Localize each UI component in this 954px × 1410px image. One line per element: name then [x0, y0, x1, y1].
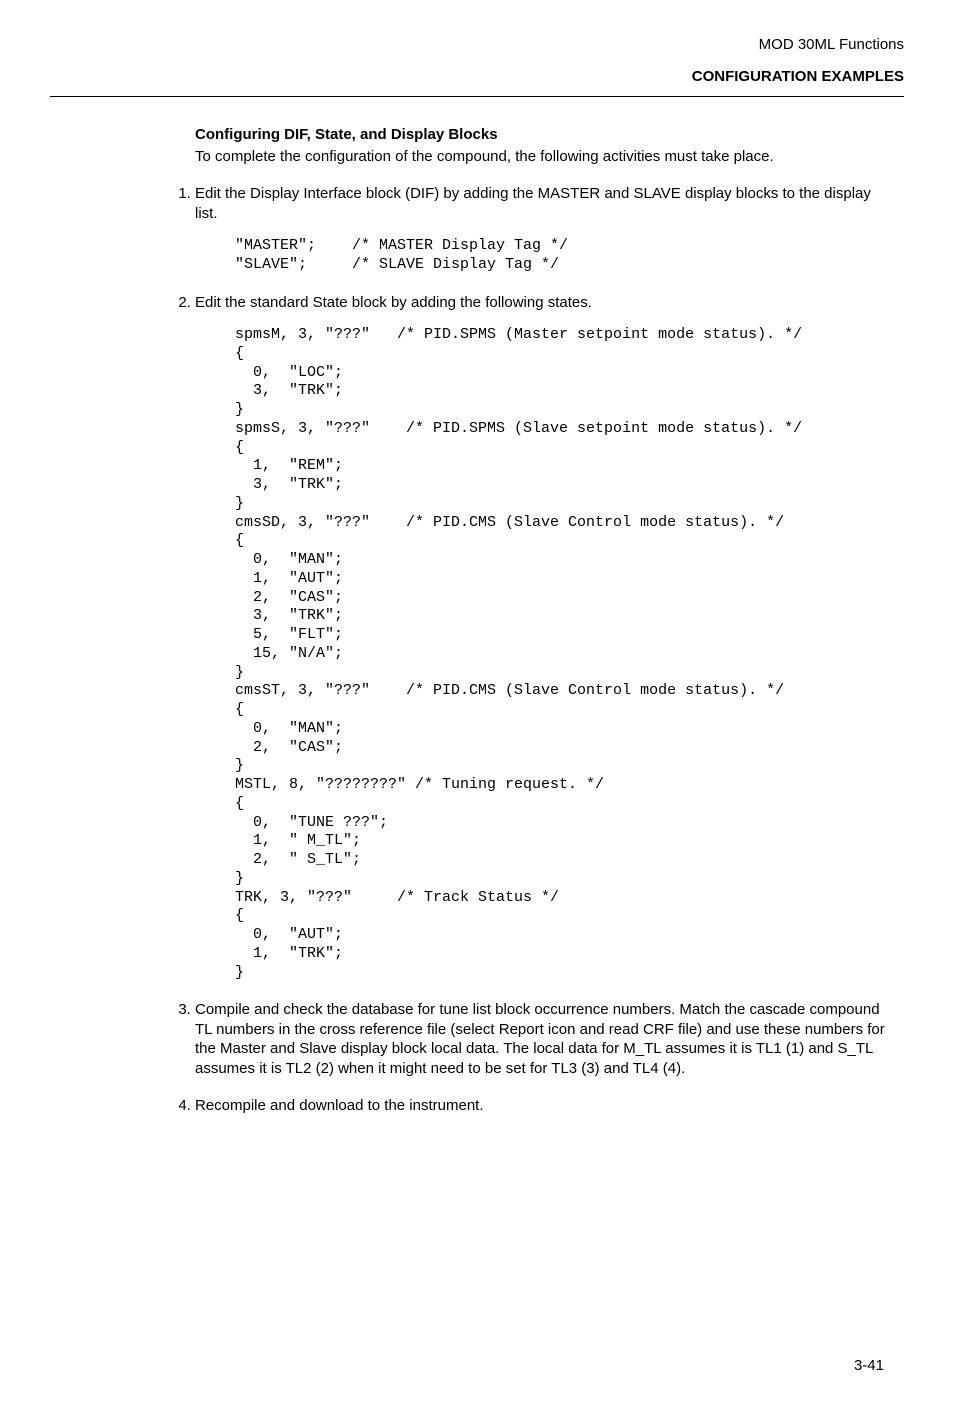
header-rule: [50, 96, 904, 97]
subsection-heading: Configuring DIF, State, and Display Bloc…: [195, 125, 892, 145]
step-4: Recompile and download to the instrument…: [195, 1096, 892, 1116]
step-3: Compile and check the database for tune …: [195, 1000, 892, 1078]
header-product: MOD 30ML Functions: [50, 35, 904, 55]
step-1: Edit the Display Interface block (DIF) b…: [195, 184, 892, 275]
step-2-code: spmsM, 3, "???" /* PID.SPMS (Master setp…: [235, 326, 892, 982]
intro-paragraph: To complete the configuration of the com…: [195, 147, 892, 167]
page-number: 3-41: [50, 1356, 904, 1376]
step-2-text: Edit the standard State block by adding …: [195, 294, 592, 311]
header-section: CONFIGURATION EXAMPLES: [50, 67, 904, 87]
steps-list: Edit the Display Interface block (DIF) b…: [50, 184, 892, 1116]
step-3-text: Compile and check the database for tune …: [195, 1001, 885, 1077]
step-4-text: Recompile and download to the instrument…: [195, 1097, 484, 1114]
step-1-code: "MASTER"; /* MASTER Display Tag */ "SLAV…: [235, 237, 892, 275]
step-2: Edit the standard State block by adding …: [195, 293, 892, 983]
step-1-text: Edit the Display Interface block (DIF) b…: [195, 185, 871, 222]
